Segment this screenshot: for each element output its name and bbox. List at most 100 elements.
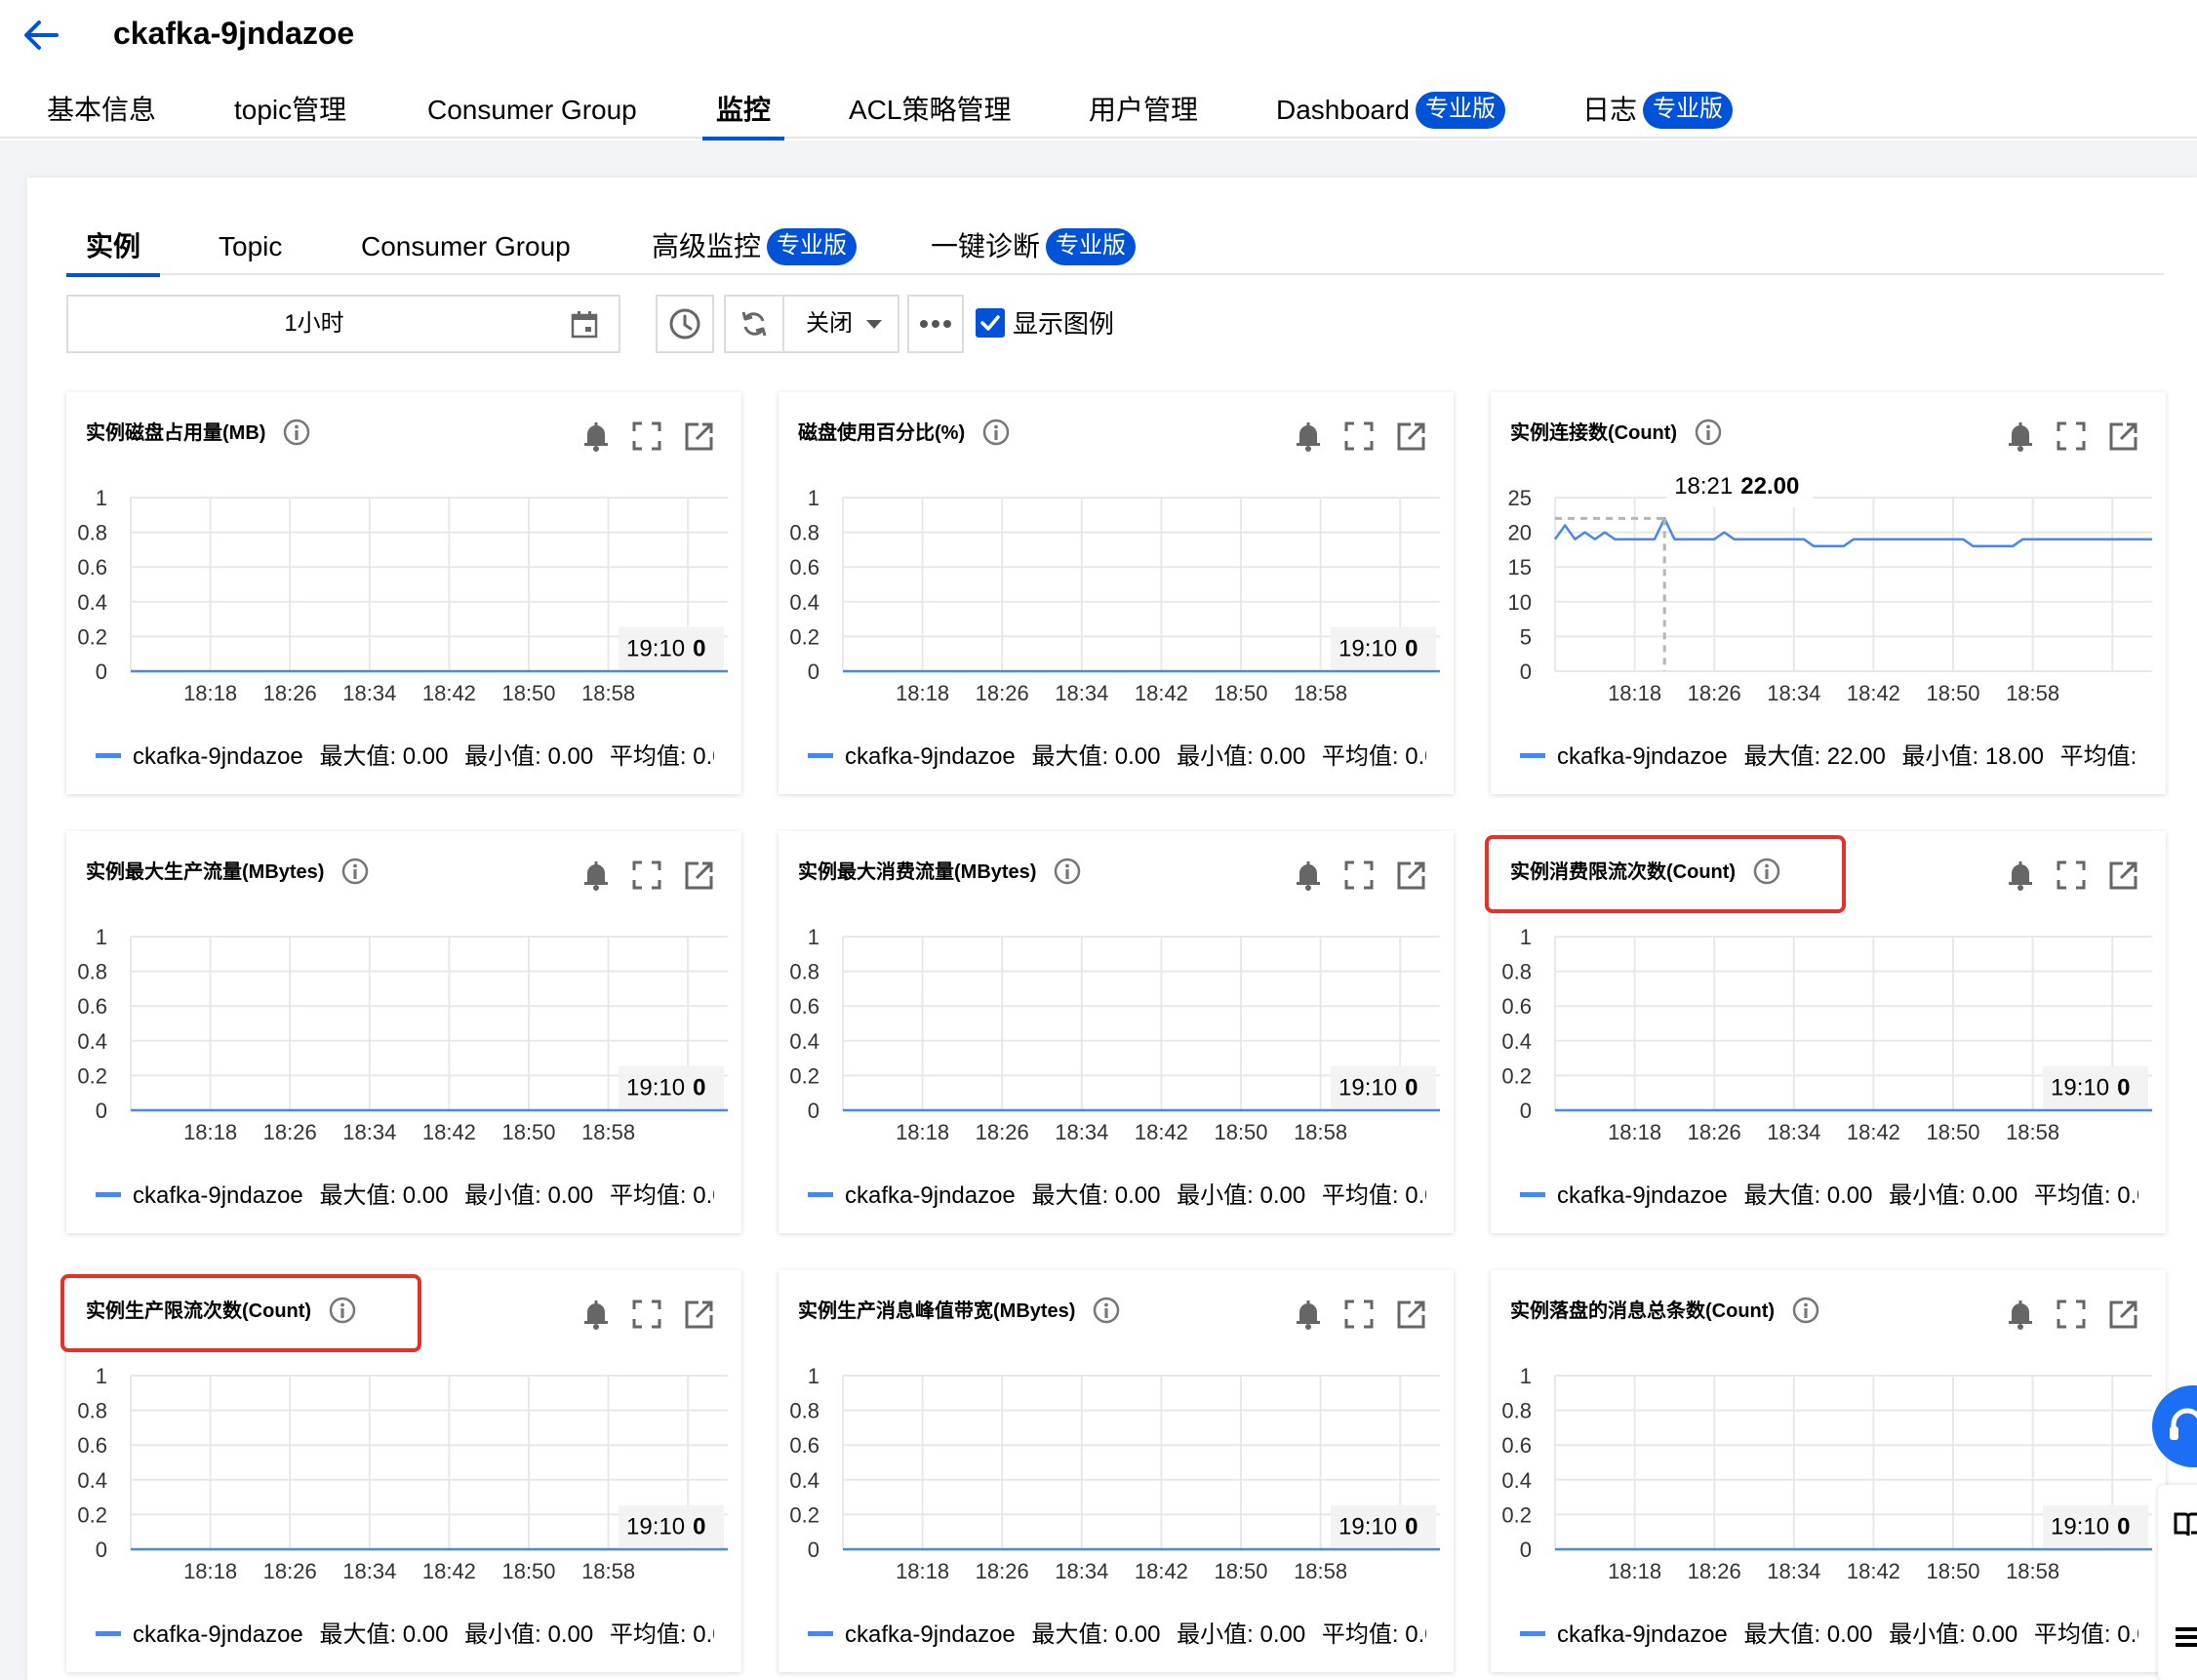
bell-icon[interactable]: [2004, 420, 2037, 453]
legend-series-name[interactable]: ckafka-9jndazoe: [133, 1182, 303, 1209]
tab-user-management[interactable]: 用户管理: [1089, 84, 1198, 139]
legend-series-name[interactable]: ckafka-9jndazoe: [1557, 743, 1728, 770]
info-icon[interactable]: [1054, 858, 1081, 885]
line-chart[interactable]: 0 0.2 0.4 0.6 0.8 1 18:18 18:26 18:34 18:42 18:50 1…: [1491, 909, 2166, 1163]
line-chart[interactable]: 0 0.2 0.4 0.6 0.8 1 18:18 18:26 18:34 18:42 18:50 1…: [779, 909, 1454, 1163]
chart-card: 实例最大消费流量(MBytes) ckafka-9jndazoe 最大值: 0.…: [779, 831, 1454, 1233]
x-tick-label: 18:34: [1767, 1559, 1820, 1583]
fullscreen-icon[interactable]: [630, 420, 663, 453]
fullscreen-icon[interactable]: [1342, 859, 1376, 892]
subtab-consumer-group[interactable]: Consumer Group: [361, 220, 571, 275]
tooltip: 19:10 0: [2043, 1504, 2148, 1548]
open-new-window-icon[interactable]: [683, 1298, 716, 1331]
bell-icon[interactable]: [579, 420, 613, 453]
fullscreen-icon[interactable]: [630, 1298, 663, 1331]
back-button[interactable]: [20, 14, 62, 57]
subtab-instance[interactable]: 实例: [65, 220, 161, 277]
tab-label: Topic: [219, 231, 283, 261]
x-tick-label: 18:50: [501, 1559, 555, 1583]
bell-icon[interactable]: [579, 1298, 613, 1331]
fullscreen-icon[interactable]: [1342, 1298, 1376, 1331]
tab-label: 高级监控: [652, 231, 762, 261]
line-chart[interactable]: 0 0.2 0.4 0.6 0.8 1 18:18 18:26 18:34 18:42 18:50 1…: [1491, 1348, 2166, 1602]
legend-series-name[interactable]: ckafka-9jndazoe: [845, 1182, 1016, 1209]
chart-legend: ckafka-9jndazoe 最大值: 0.00 最小值: 0.00 平均值:…: [96, 1179, 714, 1214]
info-icon[interactable]: [982, 419, 1010, 446]
time-range-picker[interactable]: 1小时: [66, 295, 620, 353]
legend-series-name[interactable]: ckafka-9jndazoe: [133, 743, 303, 770]
chart-legend: ckafka-9jndazoe 最大值: 0.00 最小值: 0.00 平均值:…: [1520, 1618, 2138, 1653]
legend-swatch: [808, 1192, 833, 1198]
tooltip-text: 19:10 0: [2051, 1075, 2130, 1101]
legend-series-name[interactable]: ckafka-9jndazoe: [1557, 1621, 1728, 1648]
line-chart[interactable]: 0 0.2 0.4 0.6 0.8 1 18:18 18:26 18:34 18:42 18:50 1…: [66, 909, 741, 1163]
open-new-window-icon[interactable]: [1395, 859, 1428, 892]
tooltip: 19:10 0: [619, 1504, 724, 1548]
list-icon[interactable]: [2172, 1621, 2197, 1653]
line-chart[interactable]: 0 0.2 0.4 0.6 0.8 1 18:18 18:26 18:34 18:42 18:50 1…: [66, 1348, 741, 1602]
x-tick-label: 18:18: [896, 1120, 949, 1144]
subtab-advanced-monitoring[interactable]: 高级监控 专业版: [652, 220, 858, 275]
open-new-window-icon[interactable]: [2107, 420, 2140, 453]
subtab-topic[interactable]: Topic: [219, 220, 282, 275]
x-tick-label: 18:18: [896, 681, 949, 705]
tab-logs[interactable]: 日志 专业版: [1582, 84, 1734, 139]
x-tick-label: 18:50: [1214, 1559, 1267, 1583]
open-new-window-icon[interactable]: [683, 859, 716, 892]
legend-series-name[interactable]: ckafka-9jndazoe: [845, 1621, 1016, 1648]
tab-acl-policy[interactable]: ACL策略管理: [849, 84, 1011, 139]
open-new-window-icon[interactable]: [2107, 859, 2140, 892]
open-new-window-icon[interactable]: [1395, 420, 1428, 453]
subtab-one-click-diagnosis[interactable]: 一键诊断 专业版: [931, 220, 1137, 275]
legend-series-name[interactable]: ckafka-9jndazoe: [845, 743, 1016, 770]
open-new-window-icon[interactable]: [683, 420, 716, 453]
info-icon[interactable]: [283, 419, 310, 446]
tab-basic-info[interactable]: 基本信息: [47, 84, 156, 139]
tab-monitoring[interactable]: 监控: [701, 84, 785, 140]
line-chart[interactable]: 0 0.2 0.4 0.6 0.8 1 18:18 18:26 18:34 18:42 18:50 1…: [66, 470, 741, 724]
tab-topic-management[interactable]: topic管理: [234, 84, 346, 139]
legend-max: 最大值: 0.00: [319, 1621, 449, 1648]
fullscreen-icon[interactable]: [1342, 420, 1376, 453]
bell-icon[interactable]: [2004, 1298, 2037, 1331]
line-chart[interactable]: 0 5 10 15 20 25 18:18 18:26 18:34 18:42 18:50 18:58…: [1491, 464, 2166, 724]
refresh-button[interactable]: [726, 297, 784, 351]
y-tick-label: 0.8: [77, 521, 107, 545]
fullscreen-icon[interactable]: [630, 859, 663, 892]
info-icon[interactable]: [1093, 1297, 1120, 1324]
tooltip-text: 19:10 0: [1338, 1514, 1418, 1540]
legend-avg: 平均值: 0.0(: [1321, 1621, 1426, 1648]
y-tick-label: 1: [96, 1364, 107, 1388]
y-tick-label: 1: [96, 925, 107, 949]
bell-icon[interactable]: [1292, 1298, 1325, 1331]
refresh-interval-select[interactable]: 关闭: [786, 297, 898, 351]
tooltip-value: 0: [693, 636, 705, 662]
tab-dashboard[interactable]: Dashboard 专业版: [1276, 84, 1505, 139]
book-icon[interactable]: [2172, 1508, 2197, 1540]
line-chart[interactable]: 0 0.2 0.4 0.6 0.8 1 18:18 18:26 18:34 18:42 18:50 1…: [779, 470, 1454, 724]
info-icon[interactable]: [341, 858, 369, 885]
x-tick-label: 18:50: [501, 681, 555, 705]
chart-card: 实例磁盘占用量(MB) ckafka-9jndazoe 最大值: 0.00 最小…: [66, 392, 741, 794]
bell-icon[interactable]: [1292, 420, 1325, 453]
fullscreen-icon[interactable]: [2055, 1298, 2088, 1331]
open-new-window-icon[interactable]: [2107, 1298, 2140, 1331]
time-compare-button[interactable]: [656, 295, 714, 353]
bell-icon[interactable]: [1292, 859, 1325, 892]
open-new-window-icon[interactable]: [1395, 1298, 1428, 1331]
y-tick-label: 0.2: [1501, 1063, 1532, 1088]
tooltip: 19:10 0: [619, 626, 724, 670]
line-chart[interactable]: 0 0.2 0.4 0.6 0.8 1 18:18 18:26 18:34 18:42 18:50 1…: [779, 1348, 1454, 1602]
fullscreen-icon[interactable]: [2055, 420, 2088, 453]
fullscreen-icon[interactable]: [2055, 859, 2088, 892]
bell-icon[interactable]: [579, 859, 613, 892]
legend-series-name[interactable]: ckafka-9jndazoe: [133, 1621, 303, 1648]
more-options-button[interactable]: [907, 295, 964, 353]
info-icon[interactable]: [1792, 1297, 1819, 1324]
legend-series-name[interactable]: ckafka-9jndazoe: [1557, 1182, 1728, 1209]
bell-icon[interactable]: [2004, 859, 2037, 892]
y-tick-label: 0.6: [789, 994, 819, 1019]
info-icon[interactable]: [1695, 419, 1722, 446]
tab-consumer-group[interactable]: Consumer Group: [427, 84, 637, 139]
legend-swatch: [1520, 753, 1545, 759]
